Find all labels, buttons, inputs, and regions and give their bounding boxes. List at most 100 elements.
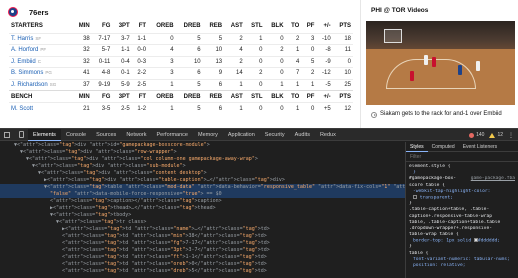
stat-cell: 10 — [202, 44, 225, 56]
dom-node-line[interactable]: ▼<"attr">class="tag">div "attr">class="c… — [0, 156, 405, 163]
player-name-link[interactable]: B. Simmons PG — [9, 67, 73, 79]
stat-cell: 1 — [148, 78, 176, 91]
more-options-icon[interactable]: ⋮ — [508, 132, 514, 139]
dom-node-line[interactable]: ▼<"attr">class="tag">table "attr">class=… — [0, 184, 405, 191]
section-header: STARTERS — [11, 23, 43, 30]
stat-cell: 1 — [285, 102, 302, 114]
css-property[interactable]: border-top: 1px solid #dddddd; — [409, 238, 515, 244]
stat-cell: 0 — [264, 32, 286, 45]
devtools-tab-performance[interactable]: Performance — [151, 129, 193, 141]
warning-count[interactable]: 12 — [497, 132, 503, 138]
devtools-tab-elements[interactable]: Elements — [28, 128, 61, 141]
styles-pane: Styles Computed Event Listeners Filter ele… — [405, 142, 518, 278]
dom-node-line[interactable]: ▼<"attr">class="tag">div "attr">id="game… — [0, 142, 405, 149]
stat-cell: 2 — [244, 67, 265, 79]
dom-node-line[interactable]: <"attr">class="tag">caption></"attr">cla… — [0, 198, 405, 205]
column-header: MIN — [78, 23, 90, 30]
error-count[interactable]: 140 — [476, 132, 484, 138]
dom-node-line[interactable]: <"attr">class="tag">td "attr">class="fg"… — [0, 240, 405, 247]
dom-node-line[interactable]: <"attr">class="tag">td "attr">class="ft"… — [0, 254, 405, 261]
column-header: PTS — [332, 90, 353, 103]
column-header: PTS — [339, 23, 351, 30]
css-source-link[interactable]: game-package.fba — [471, 176, 515, 182]
dom-node-line[interactable]: "false" "attr">data-mobile-force-respons… — [0, 191, 405, 198]
starters-header-row: STARTERS MIN FG 3PT FT OREB DREB REB AST STL BLK TO… — [9, 20, 353, 33]
styles-filter-input[interactable]: Filter — [406, 152, 518, 162]
stat-cell: 5-9 — [112, 78, 132, 91]
player-name-link[interactable]: M. Scott — [9, 102, 73, 114]
column-header: PF — [306, 23, 315, 30]
dom-node-line[interactable]: <"attr">class="tag">td "attr">class="dre… — [0, 268, 405, 275]
play-icon — [371, 112, 377, 118]
dom-node-line[interactable]: ▼<"attr">class="tag">tbody> — [0, 212, 405, 219]
dom-node-line[interactable]: ▼<"attr">class="tag">div "attr">class="r… — [0, 149, 405, 156]
column-header: TO — [285, 90, 302, 103]
player-name: T. Harris — [11, 35, 34, 42]
devtools-tab-redux[interactable]: Redux — [315, 129, 341, 141]
dom-node-line[interactable]: ▶<"attr">class="tag">thead>…</"attr">cla… — [0, 205, 405, 212]
team-header: 76ers — [8, 5, 49, 19]
column-header: BLK — [271, 23, 284, 30]
color-swatch-icon[interactable] — [473, 238, 478, 243]
stat-cell: 2 — [285, 32, 302, 45]
dom-node-line[interactable]: <"attr">class="tag">td "attr">class="min… — [0, 233, 405, 240]
stat-cell: 14 — [224, 67, 245, 79]
stat-cell: 2-2 — [131, 67, 149, 79]
devtools-tab-network[interactable]: Network — [121, 129, 151, 141]
court-line — [386, 59, 476, 89]
devtools-tab-memory[interactable]: Memory — [193, 129, 223, 141]
dom-node-line[interactable]: ▶<"attr">class="tag">div "attr">class="t… — [0, 177, 405, 184]
devtools-tab-application[interactable]: Application — [223, 129, 260, 141]
player-name-link[interactable]: T. Harris SF — [9, 32, 73, 45]
column-header: TO — [291, 23, 300, 30]
styles-tab-styles[interactable]: Styles — [406, 142, 428, 152]
stat-cell: 0 — [332, 55, 353, 68]
column-header: REB — [209, 23, 223, 30]
inspect-element-icon[interactable] — [0, 129, 14, 141]
player-figure — [424, 55, 428, 65]
player-name-link[interactable]: J. Embiid C — [9, 55, 73, 68]
stat-cell: 2-5 — [112, 102, 132, 114]
styles-tab-computed[interactable]: Computed — [428, 142, 459, 152]
stat-cell: 12 — [332, 102, 353, 114]
styles-tab-list: Styles Computed Event Listeners — [406, 142, 518, 152]
dom-node-line[interactable]: ▼<"attr">class="tag">div "attr">class="c… — [0, 170, 405, 177]
devtools-tab-audits[interactable]: Audits — [290, 129, 315, 141]
stat-cell: 1 — [285, 78, 302, 91]
stat-cell: 3 — [301, 32, 317, 45]
css-property[interactable]: position: relative; — [409, 263, 515, 269]
devtools-tab-list: Elements Console Sources Network Performance… — [28, 128, 341, 141]
stat-cell: 38 — [72, 32, 92, 45]
devtools-tab-sources[interactable]: Sources — [91, 129, 121, 141]
column-header: FT — [131, 90, 149, 103]
dom-node-line[interactable]: ▼<"attr">class="tag">tr class> — [0, 219, 405, 226]
stat-cell: -12 — [316, 67, 333, 79]
player-name-link[interactable]: J. Richardson SG — [9, 78, 73, 91]
dom-node-line[interactable]: <"attr">class="tag">td "attr">class="ore… — [0, 261, 405, 268]
styles-tab-event-listeners[interactable]: Event Listeners — [459, 142, 501, 152]
stat-cell: 4 — [148, 44, 176, 56]
stat-cell: 4 — [224, 44, 245, 56]
stat-cell: -9 — [316, 55, 333, 68]
video-thumbnail[interactable] — [366, 21, 515, 105]
player-row: B. Simmons PG 41 4-8 0-1 2-2 3 6 9 14 2 0 7 2 -12 10 — [9, 67, 353, 79]
player-name-link[interactable]: A. Horford PF — [9, 44, 73, 56]
stat-cell: 1 — [264, 78, 286, 91]
player-row: T. Harris SF 38 7-17 3-7 1-1 0 5 5 2 1 0 2 3 -10 18 — [9, 32, 353, 45]
css-selector: table, .table-caption+table.table — [409, 219, 501, 225]
stat-cell: 5 — [202, 32, 225, 45]
devtools-tab-security[interactable]: Security — [260, 129, 290, 141]
column-header: PF — [301, 90, 317, 103]
dom-node-line[interactable]: <"attr">class="tag">td "attr">class="3pt… — [0, 247, 405, 254]
device-toolbar-icon[interactable] — [14, 129, 28, 141]
dom-node-line[interactable]: ▼<"attr">class="tag">div "attr">class="s… — [0, 163, 405, 170]
color-swatch-icon[interactable] — [413, 194, 417, 199]
devtools-tab-console[interactable]: Console — [61, 129, 91, 141]
dom-node-line[interactable]: ▶<"attr">class="tag">td "attr">class="na… — [0, 226, 405, 233]
player-name: J. Richardson — [11, 81, 48, 88]
devtools-panel: Elements Console Sources Network Performance… — [0, 128, 518, 278]
stat-cell: 6 — [202, 78, 225, 91]
column-header: AST — [230, 23, 243, 30]
stat-cell: +5 — [316, 102, 333, 114]
stat-cell: 5 — [175, 32, 203, 45]
